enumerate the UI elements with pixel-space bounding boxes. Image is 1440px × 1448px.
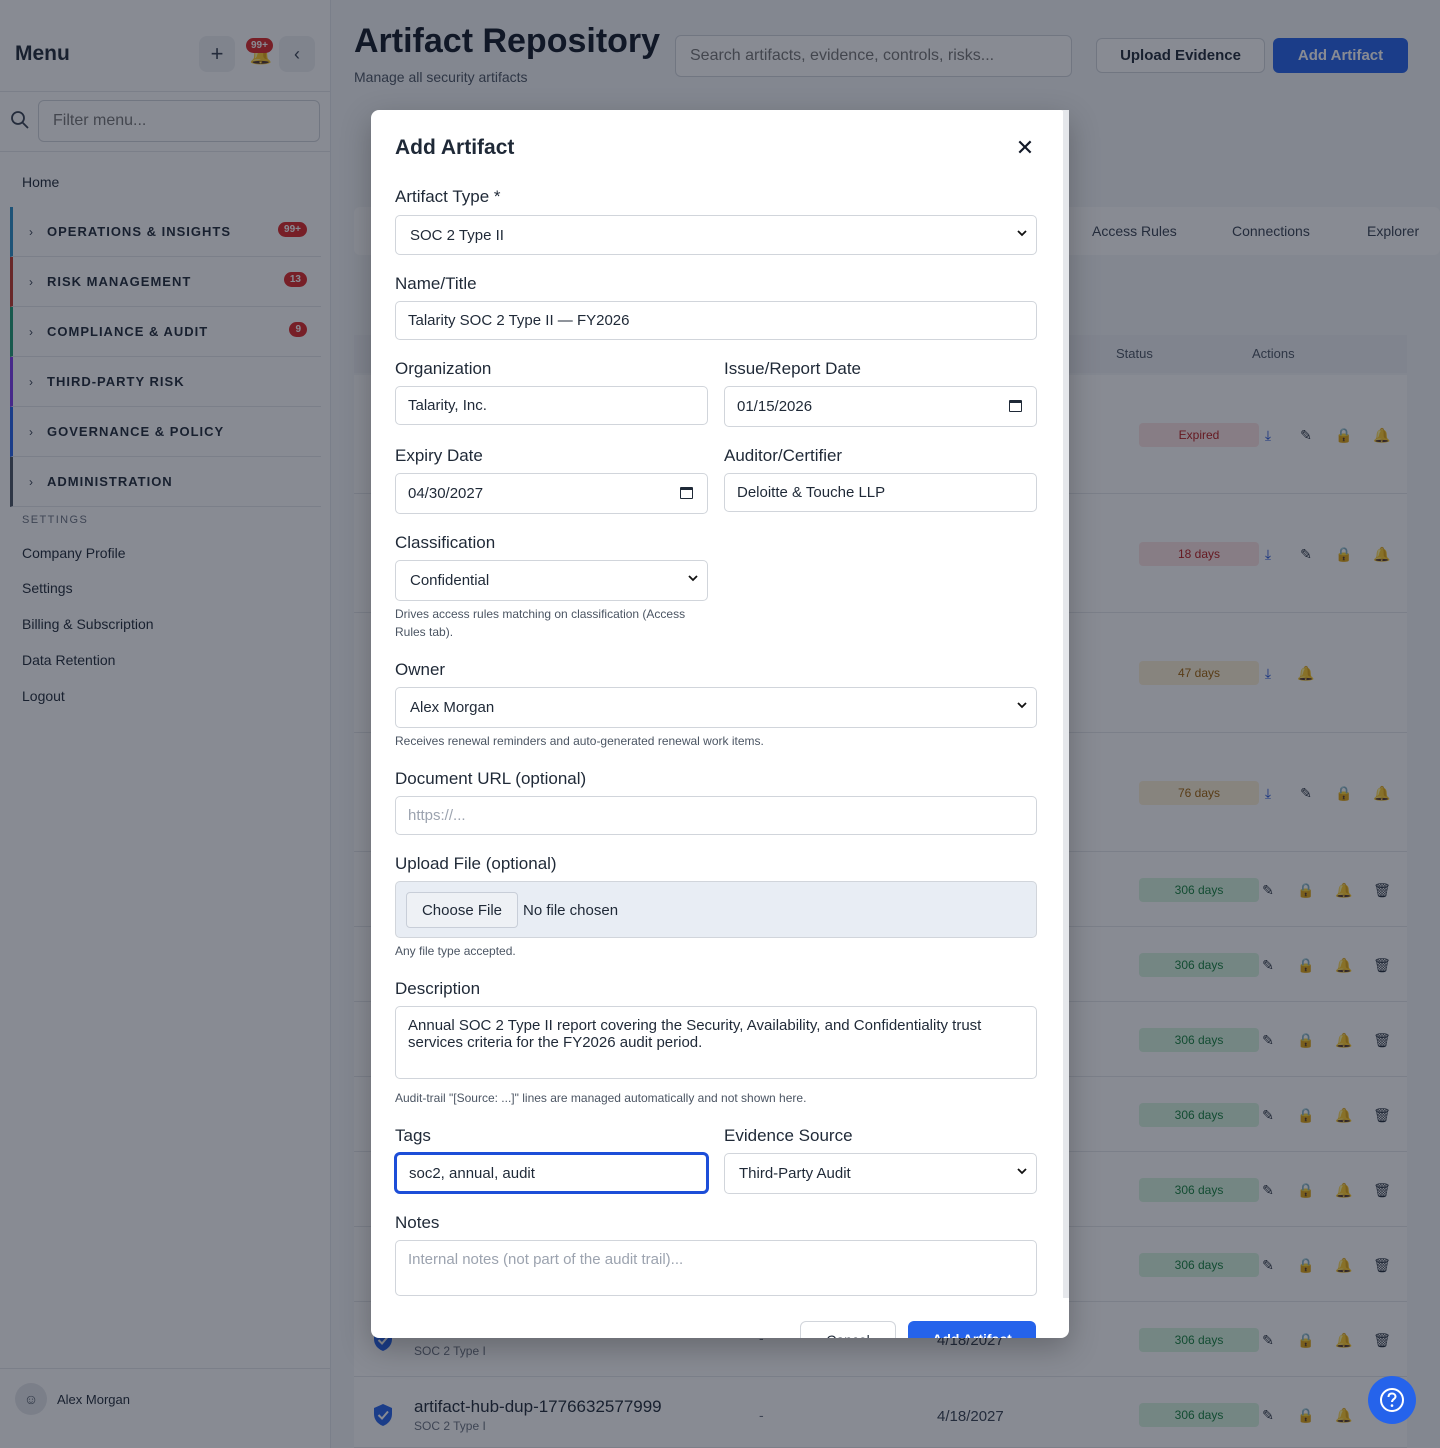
input-value: 04/30/2027: [408, 485, 484, 502]
issue-date-input[interactable]: 01/15/2026: [724, 386, 1037, 427]
classification-select[interactable]: Confidential: [395, 560, 708, 601]
document-url-input[interactable]: https://...: [395, 796, 1037, 835]
input-value: Talarity SOC 2 Type II — FY2026: [408, 312, 630, 329]
help-button[interactable]: [1368, 1376, 1416, 1424]
textarea-value: Annual SOC 2 Type II report covering the…: [408, 1017, 982, 1051]
tags-label: Tags: [395, 1126, 431, 1145]
owner-label: Owner: [395, 660, 446, 679]
name-input[interactable]: Talarity SOC 2 Type II — FY2026: [395, 301, 1037, 340]
dialog-title: Add Artifact: [395, 136, 515, 159]
file-status: No file chosen: [523, 902, 619, 919]
upload-file-label: Upload File (optional): [395, 854, 557, 873]
input-value: Deloitte & Touche LLP: [737, 484, 886, 501]
notes-label: Notes: [395, 1213, 440, 1232]
expiry-date-input[interactable]: 04/30/2027: [395, 473, 708, 514]
issue-date-label: Issue/Report Date: [724, 359, 862, 378]
select-value: Alex Morgan: [410, 699, 495, 716]
submit-add-artifact-button[interactable]: Add Artifact: [908, 1321, 1036, 1338]
chevron-down-icon: [1017, 1168, 1027, 1175]
add-artifact-dialog: Add Artifact ✕ Artifact Type * SOC 2 Typ…: [371, 110, 1069, 1338]
classification-label: Classification: [395, 533, 496, 552]
tags-input[interactable]: soc2, annual, audit: [395, 1153, 708, 1193]
upload-help: Any file type accepted.: [395, 944, 516, 958]
input-value: Talarity, Inc.: [408, 397, 487, 414]
select-value: Confidential: [410, 572, 490, 589]
calendar-icon[interactable]: [680, 487, 693, 499]
evidence-source-label: Evidence Source: [724, 1126, 853, 1145]
close-icon[interactable]: ✕: [1013, 135, 1037, 160]
description-label: Description: [395, 979, 481, 998]
chevron-down-icon: [688, 575, 698, 582]
calendar-icon[interactable]: [1009, 400, 1022, 412]
input-placeholder: https://...: [408, 807, 466, 824]
notes-textarea[interactable]: Internal notes (not part of the audit tr…: [395, 1240, 1037, 1296]
input-value: 01/15/2026: [737, 398, 813, 415]
organization-label: Organization: [395, 359, 492, 378]
input-value: soc2, annual, audit: [409, 1164, 535, 1182]
textarea-placeholder: Internal notes (not part of the audit tr…: [408, 1251, 684, 1268]
artifact-type-label: Artifact Type *: [395, 187, 501, 206]
expiry-date-label: Expiry Date: [395, 446, 483, 465]
file-upload-field: Choose File No file chosen: [395, 881, 1037, 938]
document-url-label: Document URL (optional): [395, 769, 587, 788]
select-value: SOC 2 Type II: [410, 226, 504, 244]
dialog-scrollbar[interactable]: [1063, 110, 1069, 1298]
cancel-button[interactable]: Cancel: [800, 1321, 896, 1338]
select-value: Third-Party Audit: [739, 1165, 851, 1182]
description-help: Audit-trail "[Source: ...]" lines are ma…: [395, 1091, 807, 1105]
classification-help: Drives access rules matching on classifi…: [395, 607, 686, 639]
choose-file-button[interactable]: Choose File: [406, 892, 518, 928]
chevron-down-icon: [1017, 702, 1027, 709]
description-textarea[interactable]: Annual SOC 2 Type II report covering the…: [395, 1006, 1037, 1079]
auditor-label: Auditor/Certifier: [724, 446, 843, 465]
help-icon: [1380, 1388, 1404, 1412]
auditor-input[interactable]: Deloitte & Touche LLP: [724, 473, 1037, 512]
name-label: Name/Title: [395, 274, 477, 293]
evidence-source-select[interactable]: Third-Party Audit: [724, 1153, 1037, 1194]
owner-help: Receives renewal reminders and auto-gene…: [395, 734, 764, 748]
owner-select[interactable]: Alex Morgan: [395, 687, 1037, 728]
artifact-type-select[interactable]: SOC 2 Type II: [395, 215, 1037, 255]
chevron-down-icon: [1017, 230, 1027, 237]
organization-input[interactable]: Talarity, Inc.: [395, 386, 708, 425]
